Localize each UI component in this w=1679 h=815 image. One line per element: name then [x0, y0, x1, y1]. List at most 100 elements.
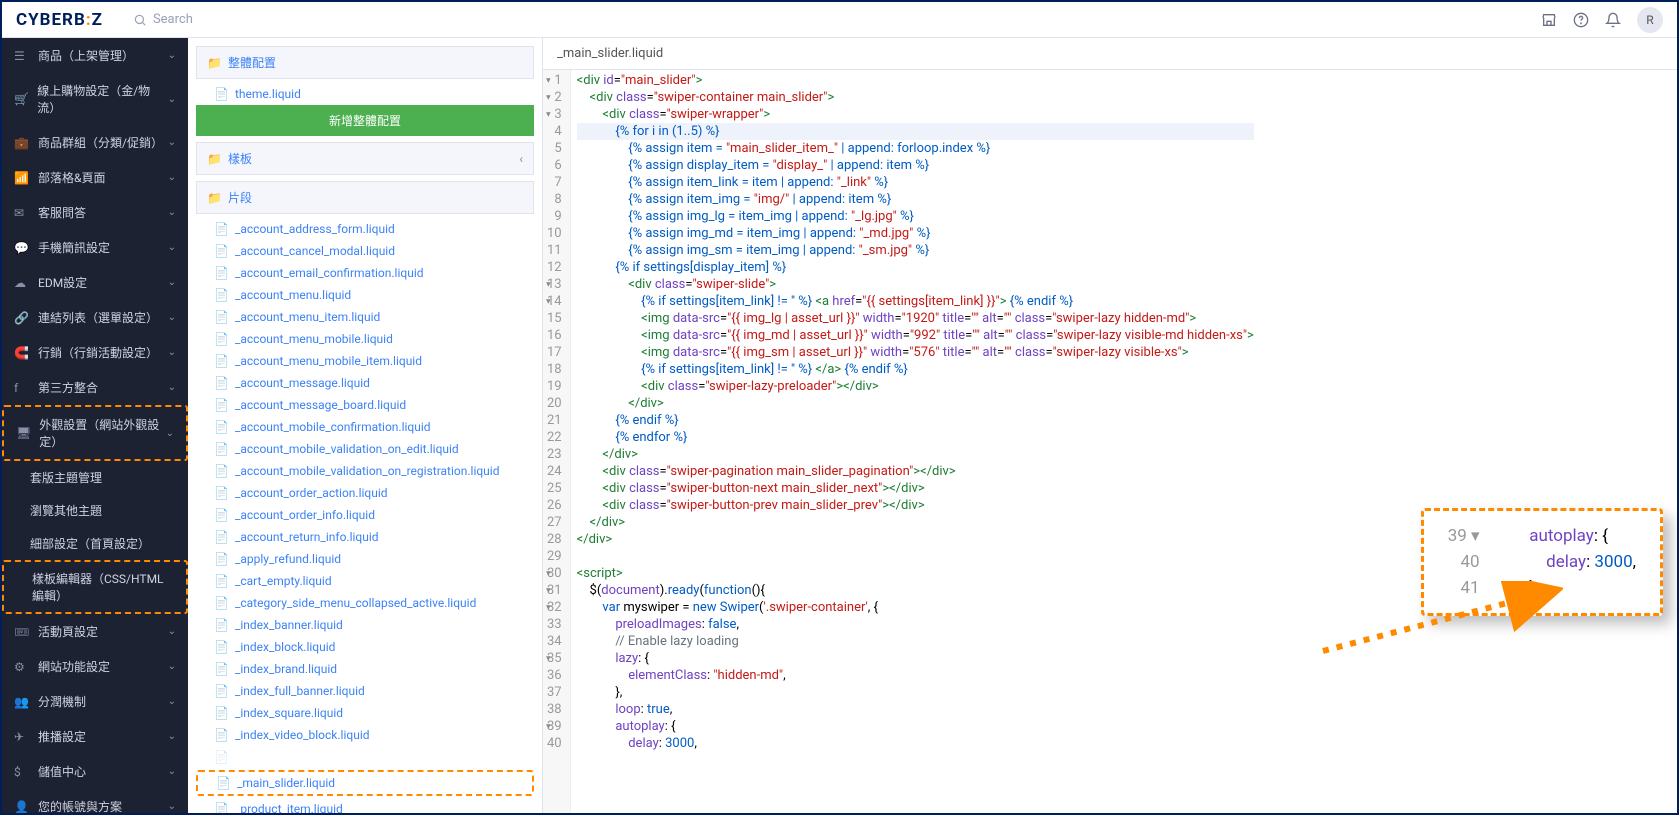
- file-item[interactable]: 📄_account_menu_mobile_item.liquid: [196, 350, 534, 372]
- bell-icon[interactable]: [1605, 12, 1621, 28]
- chevron-down-icon: ⌄: [168, 766, 176, 777]
- cloud-icon: ☁: [14, 276, 30, 290]
- sidebar-item[interactable]: ✈推播設定⌄: [2, 719, 188, 754]
- file-icon: 📄: [214, 332, 229, 346]
- sidebar-item[interactable]: ⚙網站功能設定⌄: [2, 649, 188, 684]
- file-item[interactable]: 📄_index_block.liquid: [196, 636, 534, 658]
- sidebar-item[interactable]: 💼商品群組（分類/促銷）⌄: [2, 125, 188, 160]
- file-item[interactable]: 📄 theme.liquid: [196, 83, 534, 105]
- sidebar-item[interactable]: 👤您的帳號與方案⌄: [2, 789, 188, 813]
- file-icon: 📄: [214, 310, 229, 324]
- chevron-down-icon: ⌄: [166, 428, 174, 439]
- chevron-down-icon: ⌄: [168, 382, 176, 393]
- file-item[interactable]: 📄: [196, 746, 534, 768]
- file-item[interactable]: 📄_index_square.liquid: [196, 702, 534, 724]
- file-icon: 📄: [214, 288, 229, 302]
- code-content[interactable]: <div id="main_slider"> <div class="swipe…: [571, 70, 1260, 813]
- sidebar-item-label: 外觀設置（網站外觀設定）: [39, 416, 165, 450]
- sidebar-item-label: EDM設定: [38, 274, 87, 291]
- search-input[interactable]: Search: [133, 12, 193, 27]
- rss-icon: 📶: [14, 171, 30, 185]
- sidebar-item[interactable]: 💬手機簡訊設定⌄: [2, 230, 188, 265]
- filetree-section-templates[interactable]: 📁 樣板 ‹: [196, 142, 534, 175]
- sidebar-item-appearance[interactable]: 🖥 外觀設置（網站外觀設定） ⌄: [2, 405, 188, 461]
- sidebar-item-template-editor[interactable]: 樣板編輯器（CSS/HTML編輯）: [2, 560, 188, 614]
- sidebar-item-label: 連結列表（選單設定）: [38, 309, 158, 326]
- sidebar-subitem[interactable]: 套版主題管理: [2, 461, 188, 494]
- folder-icon: 📁: [207, 152, 222, 166]
- file-item[interactable]: 📄_apply_refund.liquid: [196, 548, 534, 570]
- folder-icon: 📁: [207, 191, 222, 205]
- file-icon: 📄: [214, 222, 229, 236]
- editor-tab[interactable]: _main_slider.liquid: [543, 38, 1677, 70]
- logo[interactable]: CYBERB:Z: [16, 10, 103, 30]
- avatar[interactable]: R: [1637, 7, 1663, 33]
- file-icon: 📄: [214, 552, 229, 566]
- sidebar-item[interactable]: 🔗連結列表（選單設定）⌄: [2, 300, 188, 335]
- file-item[interactable]: 📄_account_menu_item.liquid: [196, 306, 534, 328]
- file-item[interactable]: 📄_account_menu_mobile.liquid: [196, 328, 534, 350]
- chevron-down-icon: ⌄: [168, 731, 176, 742]
- sidebar-item-label: 部落格&頁面: [38, 169, 105, 186]
- file-item[interactable]: 📄_category_side_menu_collapsed_active.li…: [196, 592, 534, 614]
- file-icon: 📄: [216, 776, 231, 790]
- filetree-section-overall[interactable]: 📁 整體配置: [196, 46, 534, 79]
- sidebar-item[interactable]: 📶部落格&頁面⌄: [2, 160, 188, 195]
- chevron-down-icon: ⌄: [168, 696, 176, 707]
- sidebar-item[interactable]: f第三方整合⌄: [2, 370, 188, 405]
- sidebar-item[interactable]: 🛒線上購物設定（金/物流）⌄: [2, 73, 188, 125]
- ticket-icon: 🎟: [14, 625, 30, 639]
- file-item[interactable]: 📄_account_cancel_modal.liquid: [196, 240, 534, 262]
- file-item[interactable]: 📄_index_brand.liquid: [196, 658, 534, 680]
- sidebar-item-label: 商品群組（分類/促銷）: [38, 134, 163, 151]
- line-gutter: 1234567891011121314151617181920212223242…: [543, 70, 571, 813]
- sidebar-item[interactable]: ✉客服問答⌄: [2, 195, 188, 230]
- file-icon: 📄: [214, 728, 229, 742]
- sidebar-item[interactable]: 👥分潤機制⌄: [2, 684, 188, 719]
- file-item[interactable]: 📄_account_mobile_confirmation.liquid: [196, 416, 534, 438]
- chevron-left-icon: ‹: [519, 152, 523, 166]
- sidebar-item[interactable]: ☁EDM設定⌄: [2, 265, 188, 300]
- filetree-section-fragments[interactable]: 📁 片段: [196, 181, 534, 214]
- file-item[interactable]: 📄_account_order_info.liquid: [196, 504, 534, 526]
- magnet-icon: 🧲: [14, 346, 30, 360]
- sidebar-item[interactable]: 🧲行銷（行銷活動設定）⌄: [2, 335, 188, 370]
- store-icon[interactable]: [1541, 12, 1557, 28]
- file-item-main-slider[interactable]: 📄 _main_slider.liquid: [198, 772, 532, 794]
- file-item[interactable]: 📄_account_address_form.liquid: [196, 218, 534, 240]
- file-item[interactable]: 📄_account_mobile_validation_on_edit.liqu…: [196, 438, 534, 460]
- sidebar-subitem[interactable]: 瀏覽其他主題: [2, 494, 188, 527]
- sidebar-item[interactable]: $儲值中心⌄: [2, 754, 188, 789]
- file-item[interactable]: 📄_account_message.liquid: [196, 372, 534, 394]
- file-item[interactable]: 📄_index_banner.liquid: [196, 614, 534, 636]
- chevron-down-icon: ⌄: [168, 242, 176, 253]
- file-icon: 📄: [214, 706, 229, 720]
- sidebar-subitem[interactable]: 細部設定（首頁設定）: [2, 527, 188, 560]
- sidebar-item[interactable]: 🎟活動頁設定⌄: [2, 614, 188, 649]
- file-icon: 📄: [214, 802, 229, 813]
- code-area[interactable]: 1234567891011121314151617181920212223242…: [543, 70, 1677, 813]
- chevron-down-icon: ⌄: [168, 137, 176, 148]
- file-item[interactable]: 📄_account_order_action.liquid: [196, 482, 534, 504]
- file-icon: 📄: [214, 376, 229, 390]
- file-icon: 📄: [214, 508, 229, 522]
- file-item[interactable]: 📄_index_video_block.liquid: [196, 724, 534, 746]
- file-item[interactable]: 📄_account_message_board.liquid: [196, 394, 534, 416]
- sidebar-item[interactable]: ☰商品（上架管理）⌄: [2, 38, 188, 73]
- mail-icon: ✉: [14, 206, 30, 220]
- file-icon: 📄: [214, 486, 229, 500]
- file-icon: 📄: [214, 398, 229, 412]
- file-item[interactable]: 📄_account_return_info.liquid: [196, 526, 534, 548]
- file-item[interactable]: 📄 _product_item.liquid: [196, 798, 534, 813]
- file-item[interactable]: 📄_index_full_banner.liquid: [196, 680, 534, 702]
- file-item[interactable]: 📄_account_menu.liquid: [196, 284, 534, 306]
- sidebar-item-label: 推播設定: [38, 728, 86, 745]
- file-item[interactable]: 📄_account_mobile_validation_on_registrat…: [196, 460, 534, 482]
- sidebar-item-label: 線上購物設定（金/物流）: [37, 82, 167, 116]
- add-config-button[interactable]: 新增整體配置: [196, 105, 534, 136]
- chevron-down-icon: ⌄: [168, 347, 176, 358]
- help-icon[interactable]: [1573, 12, 1589, 28]
- file-item[interactable]: 📄_account_email_confirmation.liquid: [196, 262, 534, 284]
- file-item[interactable]: 📄_cart_empty.liquid: [196, 570, 534, 592]
- code-editor: _main_slider.liquid 12345678910111213141…: [543, 38, 1677, 813]
